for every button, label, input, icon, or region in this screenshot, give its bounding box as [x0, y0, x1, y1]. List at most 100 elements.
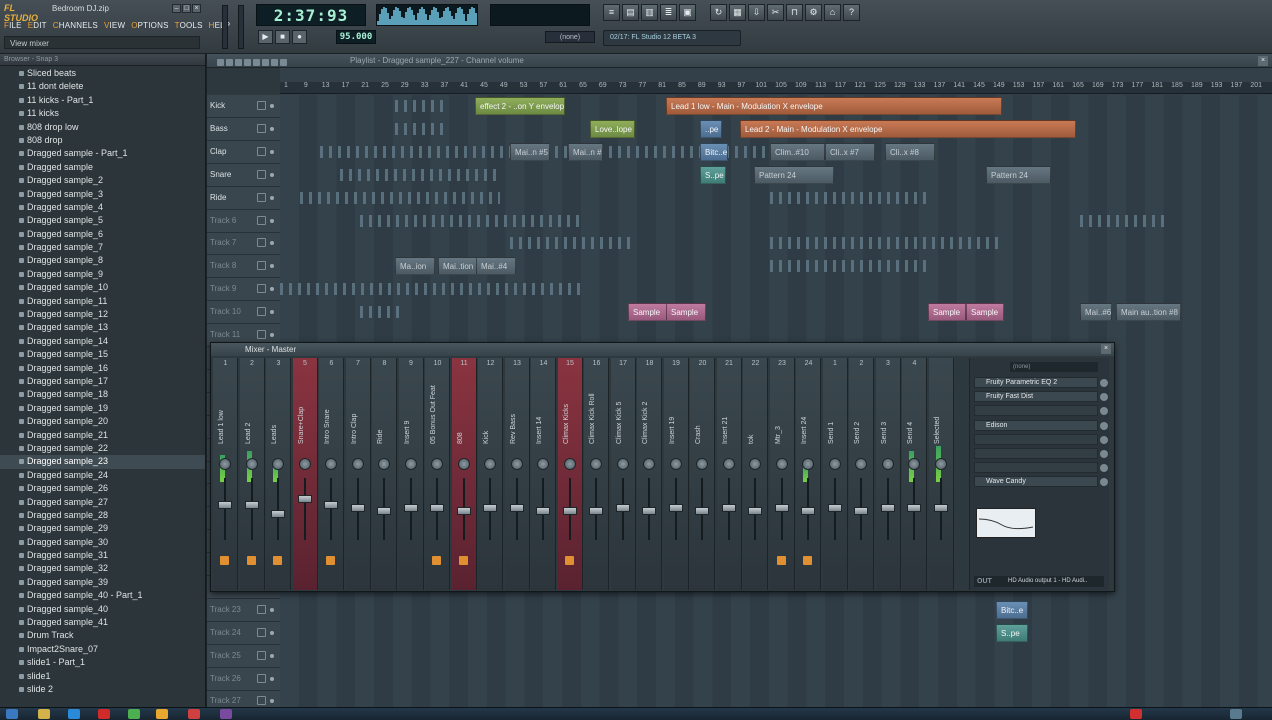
volume-fader[interactable] — [933, 504, 948, 513]
pan-knob[interactable] — [775, 458, 788, 470]
pan-knob[interactable] — [908, 458, 920, 470]
pan-knob[interactable] — [325, 458, 337, 470]
browser-item[interactable]: 808 drop — [0, 134, 205, 147]
track-menu-icon[interactable] — [270, 630, 274, 635]
fl-studio-taskbar-icon[interactable] — [156, 709, 168, 719]
track-menu-icon[interactable] — [270, 149, 274, 154]
browser-item[interactable]: Dragged sample_7 — [0, 241, 205, 254]
playlist-clip[interactable]: S..pe — [996, 623, 1028, 642]
browser-item[interactable]: Dragged sample_27 — [0, 496, 205, 509]
browser-item[interactable]: Dragged sample_18 — [0, 388, 205, 401]
track-mute-button[interactable] — [257, 604, 266, 614]
volume-fader[interactable] — [801, 507, 815, 515]
menu-file[interactable]: FILE — [4, 21, 22, 30]
browser-item[interactable]: Drum Track — [0, 629, 205, 642]
zoom-tool-icon[interactable] — [280, 59, 287, 66]
volume-fader[interactable] — [854, 507, 868, 515]
effect-slot[interactable] — [974, 462, 1108, 474]
track-mute-button[interactable] — [257, 307, 266, 317]
browser-item[interactable]: Dragged sample_6 — [0, 228, 205, 241]
track-mute-button[interactable] — [257, 650, 266, 660]
tray-record-icon[interactable] — [1130, 709, 1142, 719]
browser-icon[interactable]: ▣ — [679, 4, 696, 21]
menu-view[interactable]: VIEW — [104, 21, 125, 30]
mixer-strip[interactable]: 20 Crash — [690, 358, 715, 590]
browser-item[interactable]: Dragged sample_20 — [0, 415, 205, 428]
browser-item[interactable]: Dragged sample_11 — [0, 295, 205, 308]
volume-fader[interactable] — [218, 501, 232, 510]
browser-item[interactable]: Dragged sample_40 — [0, 603, 205, 616]
mixer-close-icon[interactable]: × — [1101, 344, 1111, 354]
news-panel[interactable]: 02/17: FL Studio 12 BETA 3 — [603, 30, 741, 46]
fx-indicator[interactable] — [432, 556, 441, 565]
browser-item[interactable]: 11 kicks — [0, 107, 205, 120]
track-mute-button[interactable] — [257, 627, 266, 637]
plugin-icon[interactable]: ⚙ — [805, 4, 822, 21]
track-header[interactable]: Track 26 — [207, 668, 280, 691]
mixer-strip[interactable]: 5 Snare+Clap — [292, 358, 318, 590]
stop-button[interactable]: ■ — [275, 30, 290, 44]
pattern-selector[interactable]: (none) — [545, 31, 595, 43]
effect-slot[interactable]: Wave Candy — [974, 476, 1108, 488]
mixer-strip[interactable]: 10 05 Bonus Out Feat — [425, 358, 450, 590]
track-menu-icon[interactable] — [270, 333, 274, 337]
volume-fader[interactable] — [589, 507, 603, 515]
track-header[interactable]: Snare — [207, 164, 280, 187]
volume-fader[interactable] — [721, 504, 736, 513]
volume-fader[interactable] — [668, 504, 683, 513]
browser-item[interactable]: Dragged sample_15 — [0, 348, 205, 361]
volume-fader[interactable] — [430, 504, 444, 513]
track-header[interactable]: Kick — [207, 95, 280, 118]
browser-item[interactable]: Dragged sample_12 — [0, 308, 205, 321]
pan-knob[interactable] — [828, 458, 841, 470]
playlist-clip[interactable]: Sample — [928, 303, 966, 322]
select-tool-icon[interactable] — [271, 59, 278, 66]
browser-item[interactable]: Dragged sample_24 — [0, 469, 205, 482]
menu-options[interactable]: OPTIONS — [131, 21, 168, 30]
playlist-clip[interactable]: Main au..tion #8 — [1116, 303, 1181, 322]
browser-item[interactable]: slide1 - Part_1 — [0, 656, 205, 669]
playlist-clip[interactable]: Cli..x #7 — [825, 142, 875, 161]
track-mute-button[interactable] — [257, 192, 266, 202]
browser-item[interactable]: Sliced beats — [0, 67, 205, 80]
volume-fader[interactable] — [827, 504, 842, 513]
track-mute-button[interactable] — [257, 123, 266, 133]
track-header[interactable]: Track 23 — [207, 599, 280, 622]
slip-tool-icon[interactable] — [253, 59, 260, 66]
play-button[interactable]: ▶ — [258, 30, 273, 44]
track-header[interactable]: Track 7 — [207, 232, 280, 256]
effect-slot[interactable]: Edison — [974, 419, 1108, 431]
volume-fader[interactable] — [615, 504, 630, 513]
pan-knob[interactable] — [881, 458, 894, 470]
mixer-strip[interactable]: 4 Send 4 — [902, 358, 927, 590]
browser-item[interactable]: Dragged sample_22 — [0, 442, 205, 455]
pan-knob[interactable] — [802, 458, 814, 470]
mixer-strip[interactable]: 24 Insert 24 — [796, 358, 821, 590]
mixer-strip[interactable]: 21 Insert 21 — [716, 358, 742, 590]
fx-indicator[interactable] — [273, 556, 282, 565]
track-header[interactable]: Track 9 — [207, 278, 280, 302]
browser-item[interactable]: Dragged sample_40 - Part_1 — [0, 589, 205, 602]
track-menu-icon[interactable] — [270, 607, 274, 612]
mixer-strip[interactable]: 11 808 — [451, 358, 477, 590]
opera-icon[interactable] — [98, 709, 110, 719]
browser-item[interactable]: Dragged sample_39 — [0, 576, 205, 589]
track-mute-button[interactable] — [257, 169, 266, 179]
browser-item[interactable]: Dragged sample_8 — [0, 254, 205, 267]
track-menu-icon[interactable] — [270, 676, 274, 681]
playlist-clip[interactable]: Sample — [628, 303, 668, 322]
menu-channels[interactable]: CHANNELS — [53, 21, 98, 30]
draw-tool-icon[interactable] — [217, 59, 224, 66]
pan-knob[interactable] — [749, 458, 761, 470]
mixer-strip[interactable]: 17 Climax Kick 5 — [610, 358, 636, 590]
playlist-clip[interactable]: Clim..#10 — [770, 142, 825, 161]
output-selector[interactable]: OUT HD Audio output 1 - HD Audi.. — [974, 576, 1104, 587]
volume-fader[interactable] — [907, 504, 921, 513]
mixer-strip[interactable]: 22 tok — [743, 358, 768, 590]
mixer-strip[interactable]: 15 Climax Kicks — [557, 358, 583, 590]
track-menu-icon[interactable] — [270, 195, 274, 200]
browser-item[interactable]: Dragged sample_32 — [0, 562, 205, 575]
fx-indicator[interactable] — [246, 556, 256, 565]
effect-slot[interactable] — [974, 448, 1108, 459]
media-icon[interactable] — [188, 709, 200, 719]
